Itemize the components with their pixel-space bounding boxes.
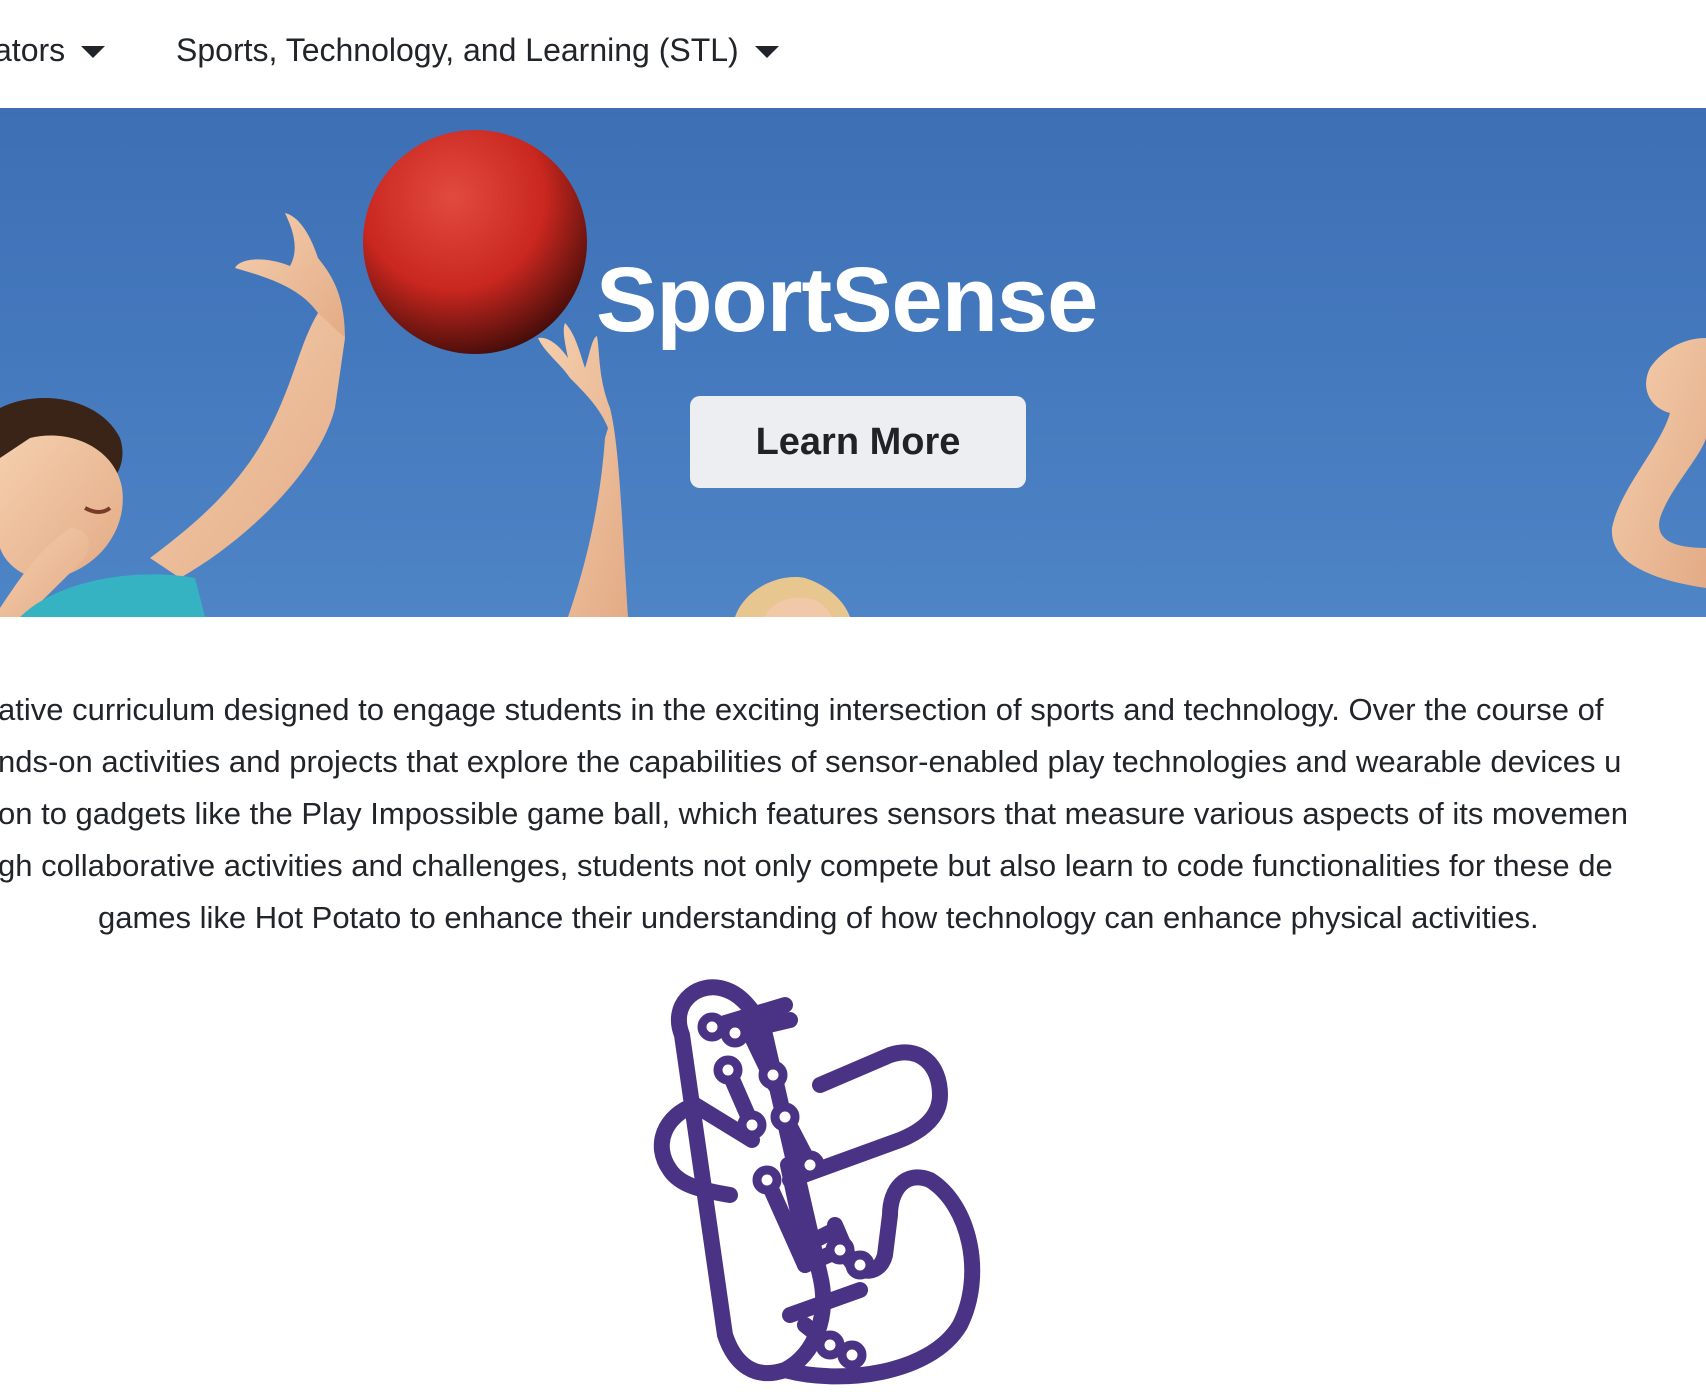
nav-label-educators: cators <box>0 31 66 68</box>
girl-left-arm <box>150 311 345 578</box>
description-line: gh collaborative activities and challeng… <box>0 848 1613 883</box>
page: cators Sports, Technology, and Learning … <box>0 0 1706 1396</box>
hero-title: SportSense <box>596 249 1098 351</box>
description-line: ative curriculum designed to engage stud… <box>0 692 1604 727</box>
hero-photo <box>0 130 1706 617</box>
nav-dropdown-stl[interactable]: Sports, Technology, and Learning (STL) <box>176 28 779 72</box>
nav-label-stl: Sports, Technology, and Learning (STL) <box>176 31 739 68</box>
center-arm <box>538 323 628 617</box>
right-arm <box>1611 338 1706 588</box>
description-line: on to gadgets like the Play Impossible g… <box>0 796 1629 831</box>
top-navigation: cators Sports, Technology, and Learning … <box>0 0 1706 108</box>
description-line: games like Hot Potato to enhance their u… <box>98 900 1539 935</box>
learn-more-button[interactable]: Learn More <box>690 396 1026 488</box>
description-line: nds-on activities and projects that expl… <box>0 744 1622 779</box>
caret-down-icon <box>81 46 106 58</box>
hero-banner: SportSense Learn More <box>0 108 1706 617</box>
red-ball <box>363 130 587 354</box>
caret-down-icon <box>754 46 779 58</box>
circuit-hand-logo-icon <box>653 979 981 1385</box>
nav-dropdown-educators[interactable]: cators <box>0 28 106 72</box>
description-paragraph: ative curriculum designed to engage stud… <box>0 684 1706 954</box>
